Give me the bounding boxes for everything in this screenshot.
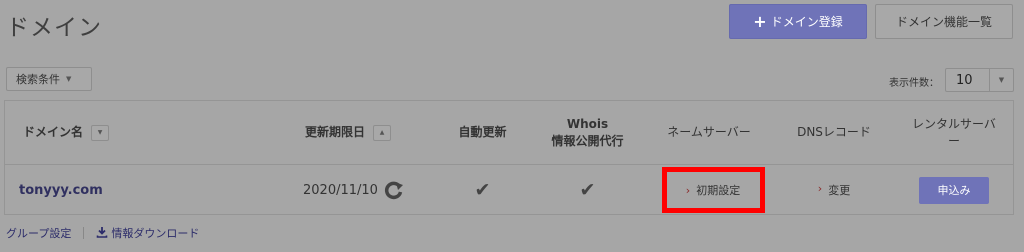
auto-renew-check-icon: ✔ (474, 179, 491, 201)
header-rental-line1: レンタルサーバ (912, 116, 996, 131)
expiry-date: 2020/11/10 (303, 182, 378, 198)
chevron-right-icon: › (817, 182, 823, 195)
footer-links: グループ設定 情報ダウンロード (6, 225, 199, 241)
group-settings-link[interactable]: グループ設定 (6, 225, 71, 241)
per-page-select[interactable]: 10 ▼ (945, 68, 1014, 92)
table-header: ドメイン名 ▼ 更新期限日 ▲ 自動更新 Whois 情報公開代行 ネームサーバ… (5, 101, 1013, 165)
refresh-icon[interactable] (384, 180, 404, 200)
search-conditions-label: 検索条件 (16, 73, 60, 86)
header-rental-line2: ー (947, 134, 960, 148)
chevron-down-icon: ▼ (989, 69, 1013, 91)
chevron-right-icon: › (685, 183, 691, 197)
nameserver-link[interactable]: › 初期設定 (661, 167, 765, 213)
download-icon (96, 226, 108, 241)
header-whois: Whois 情報公開代行 (535, 101, 640, 165)
header-auto-renew: 自動更新 (458, 125, 507, 140)
domain-function-list-label: ドメイン機能一覧 (895, 15, 992, 29)
chevron-down-icon: ▼ (66, 75, 72, 83)
per-page-value: 10 (956, 72, 973, 88)
download-info-link[interactable]: 情報ダウンロード (96, 225, 199, 241)
header-rental: レンタルサーバ ー (895, 101, 1013, 165)
search-conditions-button[interactable]: 検索条件 ▼ (6, 67, 92, 91)
group-settings-label: グループ設定 (6, 227, 72, 240)
register-domain-button[interactable]: + ドメイン登録 (729, 4, 867, 39)
header-dns: DNSレコード (797, 125, 871, 140)
sort-domain-button[interactable]: ▼ (91, 125, 110, 141)
header-expiry-label: 更新期限日 (305, 125, 366, 140)
header-nameserver: ネームサーバー (667, 125, 751, 140)
nameserver-value: 初期設定 (696, 184, 741, 197)
dns-change-label: 変更 (828, 184, 851, 197)
domain-table: ドメイン名 ▼ 更新期限日 ▲ 自動更新 Whois 情報公開代行 ネームサーバ… (4, 100, 1014, 215)
page-title: ドメイン (6, 15, 102, 41)
domain-link[interactable]: tonyyy.com (19, 183, 103, 198)
header-whois-line2: 情報公開代行 (551, 134, 624, 148)
dns-change-link[interactable]: › 変更 (818, 182, 850, 198)
divider (83, 227, 85, 239)
register-domain-label: ドメイン登録 (770, 15, 843, 29)
download-info-label: 情報ダウンロード (111, 227, 200, 240)
plus-icon: + (753, 11, 767, 31)
domain-function-list-button[interactable]: ドメイン機能一覧 (875, 4, 1013, 39)
rental-apply-button[interactable]: 申込み (919, 176, 989, 204)
per-page-label: 表示件数： (889, 78, 939, 89)
sort-expiry-button[interactable]: ▲ (373, 125, 392, 141)
header-domain: ドメイン名 ▼ (23, 101, 110, 165)
header-expiry: 更新期限日 ▲ (305, 101, 392, 165)
whois-check-icon: ✔ (579, 179, 596, 201)
header-whois-line1: Whois (566, 116, 609, 131)
header-domain-label: ドメイン名 (23, 125, 84, 140)
